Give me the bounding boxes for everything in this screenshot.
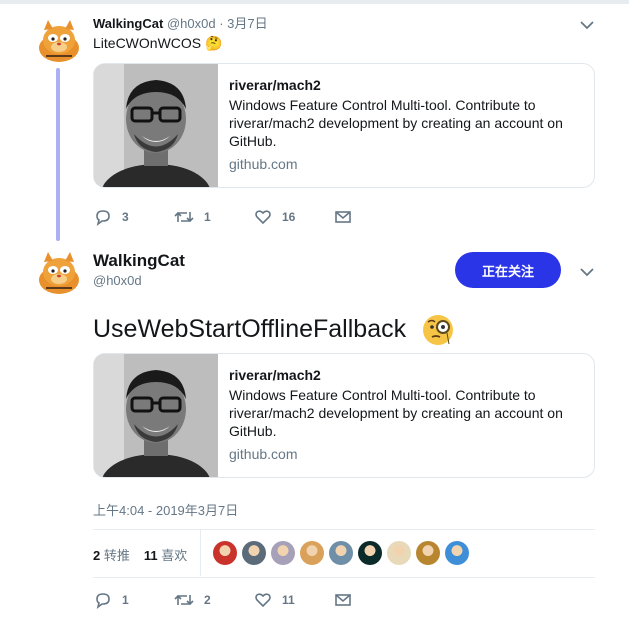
card-title: riverar/mach2 [229, 77, 321, 93]
card-text: riverar/mach2 Windows Feature Control Mu… [229, 76, 584, 173]
tweet2-reply-button[interactable]: 1 [94, 591, 174, 609]
following-button[interactable]: 正在关注 [455, 252, 561, 288]
heart-icon [255, 593, 271, 608]
tweet2-text: UseWebStartOfflineFallback [93, 315, 407, 343]
tweet2-like-button[interactable]: 11 [254, 591, 334, 609]
tweet2-reply-count: 1 [122, 593, 129, 607]
tweet1-text: LiteCWOnWCOS [93, 35, 202, 51]
tweet1-handle[interactable]: @h0x0d [167, 16, 216, 31]
garfield-avatar-icon [39, 252, 79, 294]
tweet2-timestamp[interactable]: 上午4:04 - 2019年3月7日 [93, 500, 238, 519]
tweet1-message-button[interactable] [334, 208, 414, 226]
tweet1-link-card[interactable]: riverar/mach2 Windows Feature Control Mu… [93, 63, 595, 188]
liker-avatar[interactable] [445, 541, 469, 565]
reply-icon [96, 593, 110, 609]
stats-top-divider [93, 529, 595, 530]
envelope-icon [335, 211, 351, 223]
retweet-stat[interactable]: 2 转推 [93, 545, 130, 564]
liker-avatar[interactable] [416, 541, 440, 565]
stats-bottom-divider [93, 577, 595, 578]
tweet2-text-row: UseWebStartOfflineFallback [93, 313, 455, 347]
tweet1-date[interactable]: · 3月7日 [219, 16, 267, 31]
like-stat[interactable]: 11 喜欢 [144, 545, 187, 564]
tweet2-retweet-count: 2 [204, 593, 211, 607]
liker-avatar[interactable] [271, 541, 295, 565]
reply-icon [96, 210, 110, 226]
liker-avatars [213, 541, 469, 565]
card-description: Windows Feature Control Multi-tool. Cont… [229, 97, 563, 149]
retweet-stat-count: 2 [93, 548, 101, 563]
liker-avatar[interactable] [242, 541, 266, 565]
tweet1-like-button[interactable]: 16 [254, 208, 334, 226]
like-stat-label: 喜欢 [161, 548, 188, 563]
liker-avatar[interactable] [329, 541, 353, 565]
tweet1-retweet-button[interactable]: 1 [174, 208, 254, 226]
tweet1-text-row: LiteCWOnWCOS 🤔 [93, 34, 222, 52]
retweet-icon [174, 211, 194, 223]
card-description: Windows Feature Control Multi-tool. Cont… [229, 387, 563, 439]
person-photo-icon [94, 64, 218, 187]
tweet2-display-name[interactable]: WalkingCat [93, 251, 185, 271]
card-thumbnail [94, 354, 218, 477]
heart-icon [255, 210, 271, 225]
tweet2-retweet-button[interactable]: 2 [174, 591, 254, 609]
garfield-avatar-icon [39, 20, 79, 62]
retweet-stat-label: 转推 [103, 548, 130, 563]
card-title: riverar/mach2 [229, 367, 321, 383]
envelope-icon [335, 594, 351, 606]
tweet2-stats: 2 转推 11 喜欢 [93, 545, 187, 564]
tweet1-reply-button[interactable]: 3 [94, 208, 174, 226]
liker-avatar[interactable] [300, 541, 324, 565]
thread-line [56, 68, 60, 241]
top-divider [0, 0, 629, 4]
avatar-walkingcat[interactable] [36, 18, 82, 64]
tweet2-message-button[interactable] [334, 591, 414, 609]
tweet1-header: WalkingCat @h0x0d · 3月7日 [93, 15, 268, 33]
retweet-icon [174, 594, 194, 606]
person-photo-icon [94, 354, 218, 477]
liker-avatar[interactable] [387, 541, 411, 565]
tweet2-author: WalkingCat @h0x0d [93, 251, 185, 291]
face-with-monocle-icon [423, 315, 454, 346]
like-stat-count: 11 [143, 548, 158, 563]
tweet1-reply-count: 3 [122, 210, 129, 224]
tweet1-actions: 3 1 16 [94, 207, 414, 227]
card-thumbnail [94, 64, 218, 187]
tweet1-like-count: 16 [282, 210, 296, 224]
card-domain: github.com [229, 156, 298, 172]
tweet1-retweet-count: 1 [204, 210, 211, 224]
tweet2-like-count: 11 [282, 593, 295, 607]
card-text: riverar/mach2 Windows Feature Control Mu… [229, 366, 584, 463]
tweet2-handle[interactable]: @h0x0d [93, 271, 185, 291]
thinking-face-icon: 🤔 [205, 35, 223, 51]
tweet1-chevron-down-icon[interactable] [578, 16, 596, 34]
liker-avatar[interactable] [213, 541, 237, 565]
tweet2-link-card[interactable]: riverar/mach2 Windows Feature Control Mu… [93, 353, 595, 478]
card-domain: github.com [229, 446, 298, 462]
tweet2-actions: 1 2 11 [94, 590, 414, 610]
stats-vertical-divider [200, 530, 201, 576]
liker-avatar[interactable] [358, 541, 382, 565]
tweet2-chevron-down-icon[interactable] [578, 263, 596, 281]
tweet1-display-name[interactable]: WalkingCat [93, 16, 163, 31]
avatar-walkingcat-2[interactable] [36, 250, 82, 296]
